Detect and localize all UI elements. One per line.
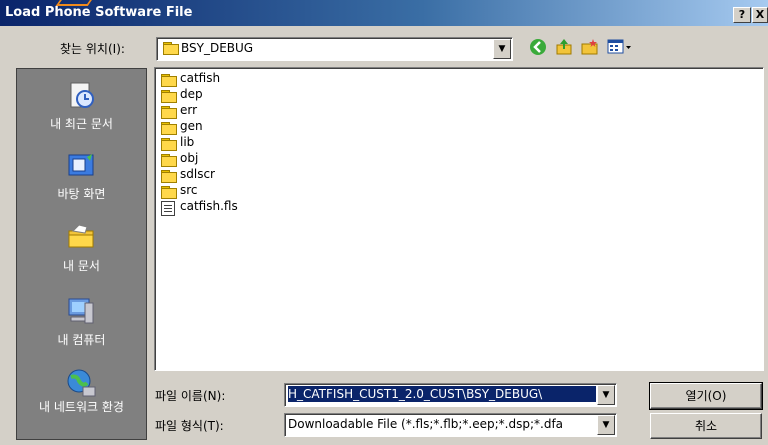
my-documents-icon — [65, 221, 97, 253]
file-name-label: 파일 이름(N): — [155, 389, 226, 403]
place-network[interactable]: 내 네트워크 환경 — [17, 361, 146, 439]
place-my-documents[interactable]: 내 문서 — [17, 215, 146, 285]
title-bar[interactable]: Load Phone Software File ? X — [0, 0, 768, 26]
place-label: 내 문서 — [63, 259, 100, 273]
look-in-value: BSY_DEBUG — [181, 41, 254, 55]
places-bar: 내 최근 문서 바탕 화면 내 문서 내 컴퓨터 내 네트워크 환경 — [16, 68, 147, 440]
cancel-button[interactable]: 취소 — [650, 413, 762, 439]
file-type-dropdown-button[interactable]: ▼ — [597, 415, 615, 435]
window-title: Load Phone Software File — [5, 5, 193, 20]
new-folder-icon[interactable] — [580, 38, 600, 58]
file-name-input[interactable]: H_CATFISH_CUST1_2.0_CUST\BSY_DEBUG\ ▼ — [284, 383, 617, 407]
close-button[interactable]: X — [752, 7, 768, 23]
desktop-icon — [65, 149, 97, 181]
up-folder-icon[interactable] — [554, 38, 574, 58]
my-computer-icon — [65, 295, 97, 327]
file-type-select[interactable]: Downloadable File (*.fls;*.flb;*.eep;*.d… — [284, 413, 617, 437]
place-desktop[interactable]: 바탕 화면 — [17, 143, 146, 213]
folder-icon — [161, 138, 177, 151]
folder-icon — [161, 74, 177, 87]
folder-icon — [163, 42, 179, 55]
folder-icon — [161, 186, 177, 199]
file-list[interactable]: catfish dep err gen lib obj sdlscr src c… — [154, 67, 764, 371]
place-label: 내 최근 문서 — [50, 117, 113, 131]
look-in-label: 찾는 위치(I): — [60, 42, 125, 56]
folder-icon — [161, 122, 177, 135]
folder-icon — [161, 106, 177, 119]
back-icon[interactable] — [528, 38, 548, 58]
place-label: 내 컴퓨터 — [57, 333, 106, 347]
view-menu-icon[interactable] — [606, 38, 634, 58]
file-name-dropdown-button[interactable]: ▼ — [597, 385, 615, 405]
file-icon — [161, 201, 175, 216]
folder-icon — [161, 90, 177, 103]
file-type-value: Downloadable File (*.fls;*.flb;*.eep;*.d… — [288, 417, 564, 431]
folder-icon — [161, 170, 177, 183]
recent-documents-icon — [65, 79, 97, 111]
help-button[interactable]: ? — [733, 7, 751, 23]
file-type-label: 파일 형식(T): — [155, 419, 224, 433]
folder-icon — [161, 154, 177, 167]
look-in-dropdown-button[interactable]: ▼ — [493, 39, 511, 59]
place-my-computer[interactable]: 내 컴퓨터 — [17, 289, 146, 359]
open-button[interactable]: 열기(O) — [649, 382, 763, 410]
place-recent-documents[interactable]: 내 최근 문서 — [17, 73, 146, 143]
network-places-icon — [65, 367, 97, 399]
look-in-combo[interactable]: BSY_DEBUG ▼ — [156, 37, 513, 61]
place-label: 바탕 화면 — [57, 187, 106, 201]
file-name-value: H_CATFISH_CUST1_2.0_CUST\BSY_DEBUG\ — [288, 386, 596, 402]
place-label: 내 네트워크 환경 — [39, 400, 124, 414]
